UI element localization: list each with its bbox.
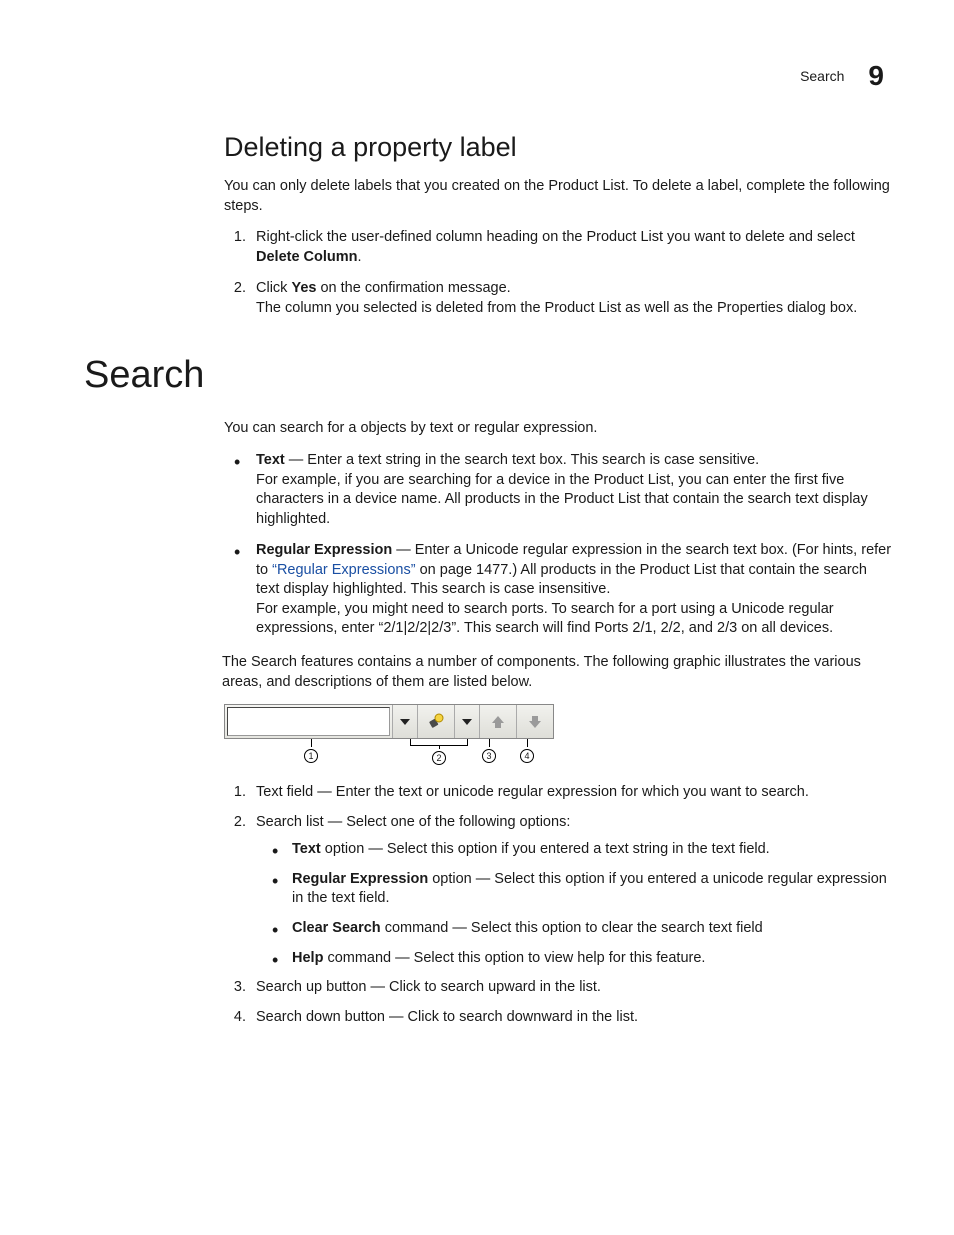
opt-clear: Clear Search command — Select this optio… bbox=[288, 919, 894, 939]
opt-clear-label: Clear Search bbox=[292, 920, 381, 936]
toolbar-description-list: Text field — Enter the text or unicode r… bbox=[224, 783, 894, 1027]
intro-paragraph: You can only delete labels that you crea… bbox=[224, 177, 894, 216]
opt-regex-label: Regular Expression bbox=[292, 871, 428, 887]
chevron-down-icon bbox=[462, 719, 472, 725]
step-2-text-c: on the confirmation message. bbox=[316, 280, 510, 296]
regex-label: Regular Expression bbox=[256, 542, 392, 558]
chapter-number: 9 bbox=[868, 60, 884, 92]
toolbar-item-3: Search up button — Click to search upwar… bbox=[250, 978, 894, 998]
callout-4-num: 4 bbox=[520, 749, 534, 763]
opt-text-label: Text bbox=[292, 841, 321, 857]
opt-text: Text option — Select this option if you … bbox=[288, 840, 894, 860]
step-1: Right-click the user-defined column head… bbox=[250, 228, 894, 267]
toolbar-callouts: 1 2 3 4 bbox=[224, 739, 554, 765]
callout-3: 3 bbox=[482, 739, 496, 763]
arrow-down-icon bbox=[527, 714, 543, 730]
delete-column-label: Delete Column bbox=[256, 249, 358, 265]
bullet-text-search: Text — Enter a text string in the search… bbox=[250, 451, 894, 529]
heading-deleting-property-label: Deleting a property label bbox=[84, 132, 894, 163]
step-2-note: The column you selected is deleted from … bbox=[256, 299, 894, 319]
search-mode-list: Text — Enter a text string in the search… bbox=[224, 451, 894, 639]
opt-help: Help command — Select this option to vie… bbox=[288, 949, 894, 969]
search-intro: You can search for a objects by text or … bbox=[224, 419, 894, 439]
bullet-regex-search: Regular Expression — Enter a Unicode reg… bbox=[250, 541, 894, 639]
toolbar-item-2-lead: Search list — Select one of the followin… bbox=[256, 814, 570, 830]
opt-regex: Regular Expression option — Select this … bbox=[288, 870, 894, 909]
search-list-options: Text option — Select this option if you … bbox=[256, 840, 894, 968]
callout-2-num: 2 bbox=[432, 751, 446, 765]
components-note: The Search features contains a number of… bbox=[222, 653, 894, 692]
step-2: Click Yes on the confirmation message. T… bbox=[250, 279, 894, 318]
header-section-name: Search bbox=[800, 68, 844, 84]
search-toolbar bbox=[224, 704, 554, 739]
regex-link[interactable]: “Regular Expressions” bbox=[272, 562, 415, 578]
regex-example: For example, you might need to search po… bbox=[256, 600, 894, 639]
toolbar-item-1: Text field — Enter the text or unicode r… bbox=[250, 783, 894, 803]
step-2-text-a: Click bbox=[256, 280, 291, 296]
search-text-dropdown[interactable] bbox=[392, 705, 417, 738]
callout-4: 4 bbox=[520, 739, 534, 763]
callout-1: 1 bbox=[304, 739, 318, 763]
text-label: Text bbox=[256, 452, 285, 468]
search-tool-button[interactable] bbox=[417, 705, 454, 738]
arrow-up-icon bbox=[490, 714, 506, 730]
text-desc: — Enter a text string in the search text… bbox=[285, 452, 759, 468]
opt-clear-desc: command — Select this option to clear th… bbox=[381, 920, 763, 936]
opt-help-label: Help bbox=[292, 950, 323, 966]
search-text-field[interactable] bbox=[227, 707, 390, 736]
heading-search: Search bbox=[84, 354, 894, 397]
steps-list: Right-click the user-defined column head… bbox=[224, 228, 894, 318]
text-example: For example, if you are searching for a … bbox=[256, 471, 894, 530]
search-toolbar-figure: 1 2 3 4 bbox=[224, 704, 894, 765]
step-1-text-a: Right-click the user-defined column head… bbox=[256, 229, 855, 245]
toolbar-item-4: Search down button — Click to search dow… bbox=[250, 1008, 894, 1028]
callout-1-num: 1 bbox=[304, 749, 318, 763]
toolbar-item-2: Search list — Select one of the followin… bbox=[250, 813, 894, 968]
yes-label: Yes bbox=[291, 280, 316, 296]
step-1-text-c: . bbox=[358, 249, 362, 265]
search-up-button[interactable] bbox=[479, 705, 516, 738]
opt-text-desc: option — Select this option if you enter… bbox=[321, 841, 770, 857]
search-options-dropdown[interactable] bbox=[454, 705, 479, 738]
callout-3-num: 3 bbox=[482, 749, 496, 763]
callout-2: 2 bbox=[432, 745, 446, 765]
page-header: Search 9 bbox=[84, 60, 894, 92]
chevron-down-icon bbox=[400, 719, 410, 725]
opt-help-desc: command — Select this option to view hel… bbox=[323, 950, 705, 966]
search-down-button[interactable] bbox=[516, 705, 553, 738]
flashlight-icon bbox=[426, 712, 446, 732]
